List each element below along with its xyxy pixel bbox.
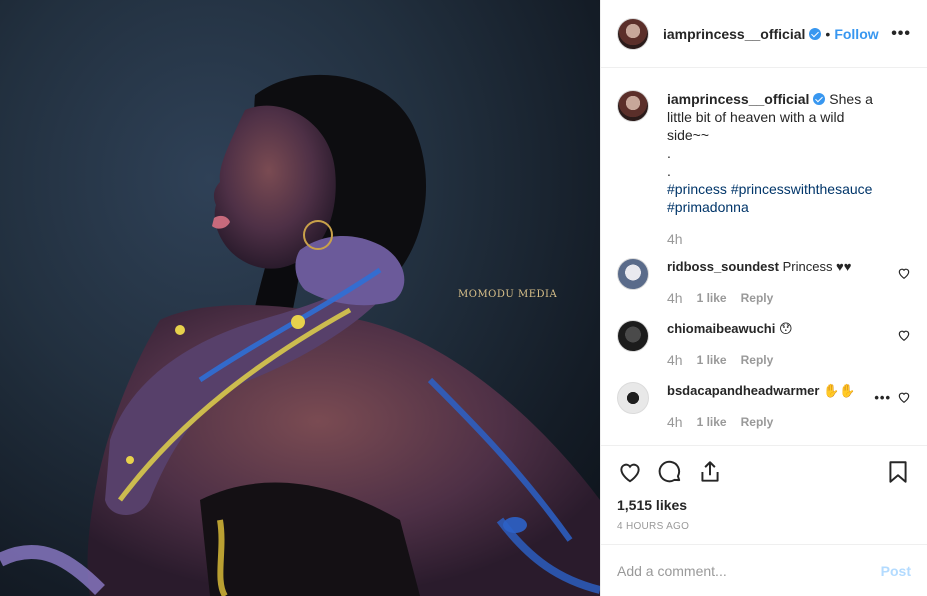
comments-list[interactable]: iamprincess__official Shes a little bit … bbox=[601, 68, 927, 445]
caption-line-dot: . bbox=[667, 163, 671, 179]
verified-badge-icon bbox=[813, 93, 826, 105]
photo-watermark: MOMODU MEDIA bbox=[458, 289, 558, 300]
reply-button[interactable]: Reply bbox=[741, 415, 774, 429]
commenter-avatar[interactable] bbox=[617, 320, 649, 352]
like-comment-heart-icon[interactable] bbox=[897, 390, 911, 404]
comment-text: 😯 bbox=[779, 321, 793, 336]
bookmark-icon[interactable] bbox=[885, 459, 911, 485]
verified-badge-icon bbox=[809, 27, 822, 40]
like-comment-heart-icon[interactable] bbox=[897, 328, 911, 342]
comment-input[interactable] bbox=[617, 562, 881, 579]
posted-time[interactable]: 4 HOURS AGO bbox=[601, 513, 927, 544]
hashtag-link[interactable]: #princesswiththesauce bbox=[731, 181, 873, 197]
comment-time[interactable]: 4h bbox=[667, 414, 683, 430]
post-header: iamprincess__official • Follow ••• bbox=[601, 0, 927, 68]
caption-username[interactable]: iamprincess__official bbox=[667, 91, 809, 107]
reply-button[interactable]: Reply bbox=[741, 291, 774, 305]
commenter-username[interactable]: chiomaibeawuchi bbox=[667, 321, 775, 336]
add-comment-bar: Post bbox=[601, 544, 927, 596]
comment-likes[interactable]: 1 like bbox=[697, 353, 727, 367]
comment-time[interactable]: 4h bbox=[667, 290, 683, 306]
post-sidebar: iamprincess__official • Follow ••• iampr… bbox=[600, 0, 927, 596]
heart-icon[interactable] bbox=[617, 459, 643, 485]
share-icon[interactable] bbox=[697, 459, 723, 485]
comment-item: bsdacapandheadwarmer ✋✋ 4h 1 like Reply … bbox=[617, 382, 911, 430]
caption: iamprincess__official Shes a little bit … bbox=[617, 90, 911, 248]
caption-avatar[interactable] bbox=[617, 90, 649, 122]
like-comment-heart-icon[interactable] bbox=[897, 266, 911, 280]
hashtag-link[interactable]: #princess bbox=[667, 181, 727, 197]
comment-likes[interactable]: 1 like bbox=[697, 291, 727, 305]
follow-button[interactable]: Follow bbox=[834, 26, 878, 42]
comment-item: ridboss_soundest Princess ♥♥ 4h 1 like R… bbox=[617, 258, 911, 306]
post-comment-button[interactable]: Post bbox=[881, 563, 911, 579]
comment-time[interactable]: 4h bbox=[667, 352, 683, 368]
reply-button[interactable]: Reply bbox=[741, 353, 774, 367]
commenter-avatar[interactable] bbox=[617, 382, 649, 414]
comment-options-icon[interactable]: ••• bbox=[874, 390, 891, 405]
commenter-username[interactable]: bsdacapandheadwarmer bbox=[667, 383, 819, 398]
commenter-username[interactable]: ridboss_soundest bbox=[667, 259, 779, 274]
author-avatar[interactable] bbox=[617, 17, 649, 50]
caption-line-dot: . bbox=[667, 145, 671, 161]
author-username[interactable]: iamprincess__official bbox=[663, 26, 805, 42]
commenter-avatar[interactable] bbox=[617, 258, 649, 290]
hashtag-link[interactable]: #primadonna bbox=[667, 199, 749, 215]
comment-icon[interactable] bbox=[657, 459, 683, 485]
caption-time[interactable]: 4h bbox=[667, 230, 877, 248]
comment-text: Princess ♥♥ bbox=[782, 259, 852, 274]
comment-likes[interactable]: 1 like bbox=[697, 415, 727, 429]
separator-dot: • bbox=[825, 25, 831, 42]
post-photo[interactable]: MOMODU MEDIA bbox=[0, 0, 600, 596]
more-options-icon[interactable]: ••• bbox=[891, 25, 911, 43]
post-actions bbox=[601, 445, 927, 497]
comment-text: ✋✋ bbox=[823, 383, 856, 398]
comment-item: chiomaibeawuchi 😯 4h 1 like Reply bbox=[617, 320, 911, 368]
likes-count[interactable]: 1,515 likes bbox=[601, 497, 927, 513]
